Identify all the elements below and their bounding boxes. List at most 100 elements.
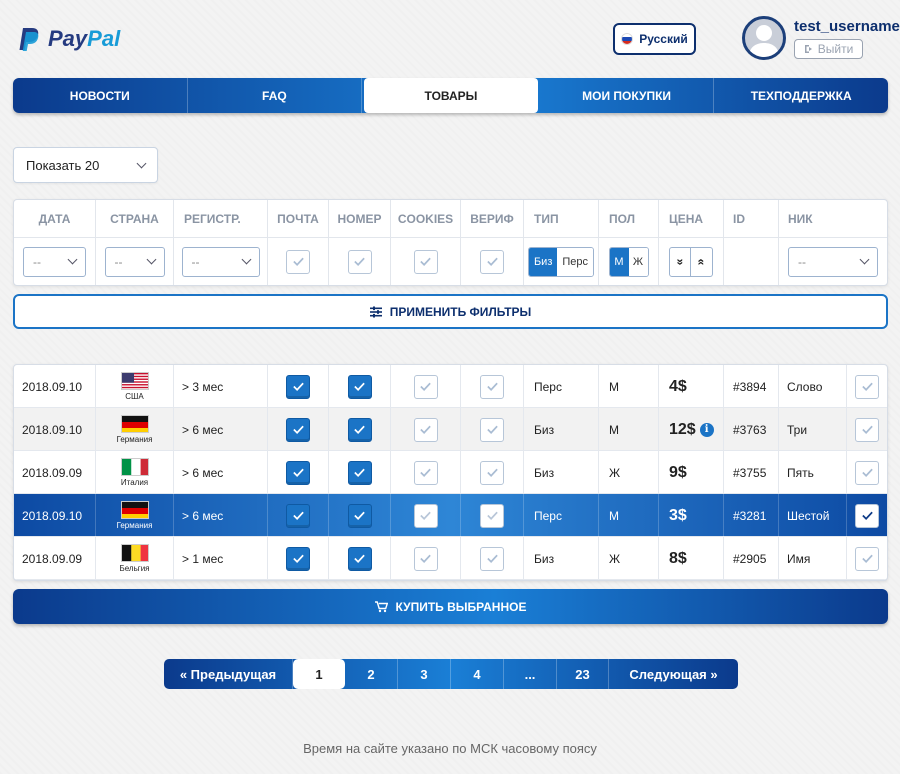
nav-item-faq[interactable]: FAQ: [188, 78, 363, 113]
date-filter-dropdown[interactable]: --: [23, 246, 86, 277]
next-page-button[interactable]: Следующая »: [609, 659, 738, 689]
gender-option-f[interactable]: Ж: [628, 247, 648, 276]
cell-country: Италия: [96, 451, 174, 494]
check-icon: [861, 425, 873, 434]
germany-flag-icon: [120, 415, 149, 433]
check-icon: [292, 511, 304, 520]
goods-table: 2018.09.10 США > 3 мес Перс М 4$ #3894 Слово 201…: [13, 364, 888, 581]
phone-filter-checkbox[interactable]: [347, 249, 372, 274]
nav-item-my-purchases[interactable]: МОИ ПОКУПКИ: [540, 78, 715, 113]
prev-page-button[interactable]: « Предыдущая: [164, 659, 293, 689]
check-icon: [861, 554, 873, 563]
cell-verif: [461, 494, 524, 537]
dropdown-placeholder: --: [798, 254, 806, 269]
cell-price: 8$: [659, 537, 724, 580]
filter-header-reg: РЕГИСТР.: [174, 200, 267, 238]
id-value: #3763: [733, 422, 767, 437]
page-4[interactable]: 4: [451, 659, 504, 689]
page-size-select[interactable]: Показать 20: [13, 147, 158, 183]
verif-filter-checkbox[interactable]: [480, 249, 504, 274]
cell-cookies: [391, 451, 461, 494]
type-option-biz[interactable]: Биз: [528, 247, 558, 276]
row-select-checkbox[interactable]: [855, 374, 879, 399]
paypal-logo[interactable]: PayPal: [18, 26, 120, 52]
nick-filter-dropdown[interactable]: --: [788, 246, 878, 277]
buy-selected-button[interactable]: КУПИТЬ ВЫБРАННОЕ: [13, 589, 888, 624]
mail-checkbox[interactable]: [286, 503, 310, 528]
phone-checkbox[interactable]: [347, 417, 372, 442]
check-icon: [861, 468, 873, 477]
paypal-wordmark: PayPal: [48, 26, 121, 51]
nav-item-goods[interactable]: ТОВАРЫ: [364, 78, 538, 113]
phone-checkbox[interactable]: [347, 503, 372, 528]
table-row[interactable]: 2018.09.10 Германия > 6 мес Перс М 3$ #3281 Шес…: [14, 494, 887, 537]
double-chevron-up-icon: «: [694, 258, 709, 265]
cookies-checkbox[interactable]: [413, 460, 438, 485]
verif-checkbox[interactable]: [480, 546, 504, 571]
phone-checkbox[interactable]: [347, 546, 372, 571]
nav-item-news[interactable]: НОВОСТИ: [13, 78, 188, 113]
gender-value: М: [609, 422, 619, 437]
check-icon: [861, 382, 873, 391]
check-icon: [354, 468, 365, 477]
page-23[interactable]: 23: [557, 659, 609, 689]
cell-date: 2018.09.10: [14, 365, 96, 408]
mail-checkbox[interactable]: [286, 374, 310, 399]
page-1[interactable]: 1: [293, 659, 345, 689]
table-row[interactable]: 2018.09.10 Германия > 6 мес Биз М 12$ i #3763 Тр…: [14, 408, 887, 451]
verif-checkbox[interactable]: [480, 417, 504, 442]
page-3[interactable]: 3: [398, 659, 451, 689]
chevron-down-icon: [146, 254, 156, 265]
gender-option-m[interactable]: М: [609, 247, 629, 276]
apply-filters-label: ПРИМЕНИТЬ ФИЛЬТРЫ: [389, 304, 532, 319]
check-icon: [420, 425, 431, 434]
cell-id: #3894: [724, 365, 779, 408]
verif-checkbox[interactable]: [480, 503, 504, 528]
table-row[interactable]: 2018.09.09 Бельгия > 1 мес Биз Ж 8$ #2905 Имя: [14, 537, 887, 580]
date-value: 2018.09.10: [22, 422, 83, 437]
apply-filters-button[interactable]: ПРИМЕНИТЬ ФИЛЬТРЫ: [13, 294, 888, 329]
row-select-checkbox[interactable]: [855, 546, 879, 571]
dropdown-placeholder: --: [114, 254, 123, 269]
phone-checkbox[interactable]: [347, 460, 372, 485]
price-sort-desc-button[interactable]: »: [669, 246, 691, 277]
row-select-checkbox[interactable]: [855, 417, 879, 442]
mail-checkbox[interactable]: [286, 460, 310, 485]
row-select-checkbox[interactable]: [855, 503, 879, 528]
page-2[interactable]: 2: [345, 659, 398, 689]
cookies-checkbox[interactable]: [413, 417, 438, 442]
mail-filter-checkbox[interactable]: [286, 249, 310, 274]
verif-checkbox[interactable]: [480, 460, 504, 485]
type-option-pers[interactable]: Перс: [557, 247, 594, 276]
reg-value: > 6 мес: [182, 422, 224, 437]
cookies-checkbox[interactable]: [413, 503, 438, 528]
row-select-checkbox[interactable]: [855, 460, 879, 485]
mail-checkbox[interactable]: [286, 417, 310, 442]
cookies-checkbox[interactable]: [413, 374, 438, 399]
cell-select: [847, 365, 887, 408]
russia-flag-icon: [621, 33, 634, 45]
filter-header-country: СТРАНА: [96, 200, 173, 238]
reg-filter-dropdown[interactable]: --: [181, 246, 260, 277]
phone-checkbox[interactable]: [347, 374, 372, 399]
price-sort-asc-button[interactable]: «: [691, 246, 713, 277]
table-row[interactable]: 2018.09.10 США > 3 мес Перс М 4$ #3894 Слово: [14, 365, 887, 408]
cell-cookies: [391, 537, 461, 580]
logout-button[interactable]: Выйти: [794, 39, 863, 59]
avatar[interactable]: [742, 16, 786, 60]
check-icon: [486, 468, 498, 477]
verif-checkbox[interactable]: [480, 374, 504, 399]
nav-item-support[interactable]: ТЕХПОДДЕРЖКА: [714, 78, 888, 113]
cookies-checkbox[interactable]: [413, 546, 438, 571]
country-filter-dropdown[interactable]: --: [104, 246, 165, 277]
cell-gender: Ж: [599, 537, 659, 580]
info-icon[interactable]: i: [699, 422, 714, 437]
filter-header-date: ДАТА: [14, 200, 95, 238]
mail-checkbox[interactable]: [286, 546, 310, 571]
cell-nick: Шестой: [779, 494, 847, 537]
reg-value: > 1 мес: [182, 551, 224, 566]
cell-gender: Ж: [599, 451, 659, 494]
table-row[interactable]: 2018.09.09 Италия > 6 мес Биз Ж 9$ #3755 Пять: [14, 451, 887, 494]
language-button[interactable]: Русский: [613, 23, 696, 55]
cookies-filter-checkbox[interactable]: [413, 249, 438, 274]
